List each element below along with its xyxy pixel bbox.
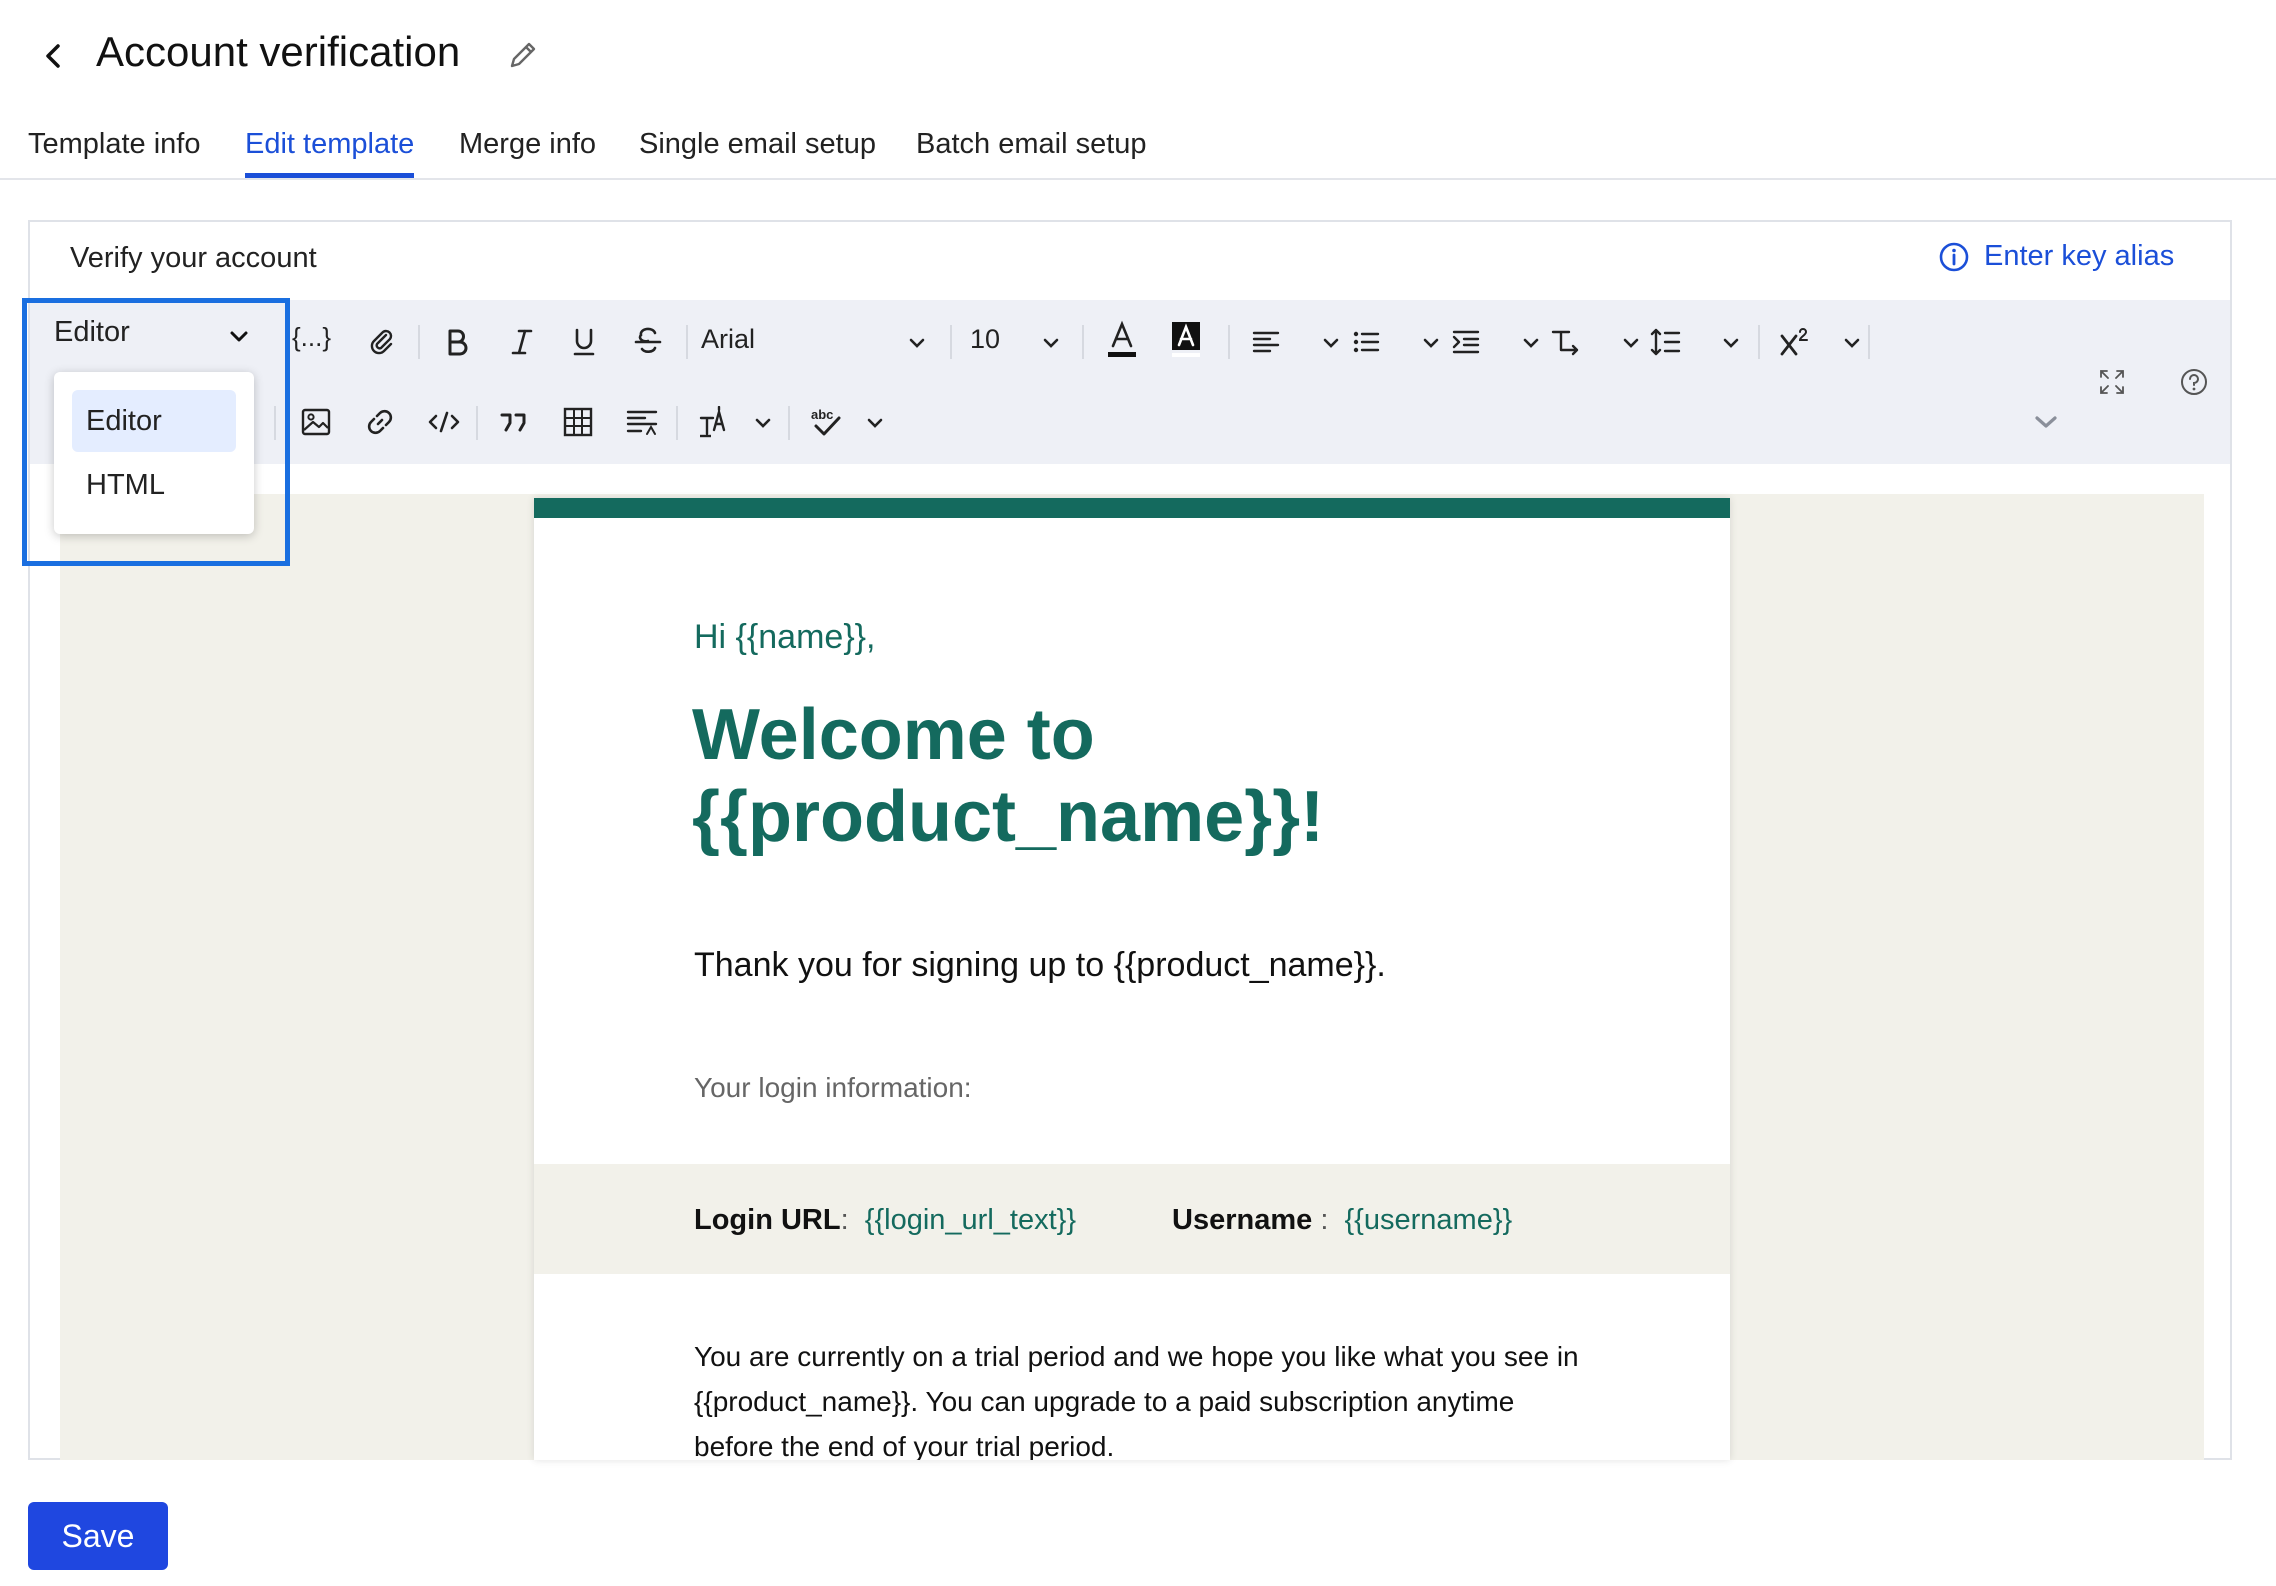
bold-icon[interactable] [435, 320, 479, 364]
image-icon[interactable] [294, 400, 338, 444]
chevron-down-icon[interactable] [1720, 332, 1742, 354]
line-height-icon[interactable] [1644, 320, 1688, 364]
toolbar-separator [950, 325, 952, 359]
email-subject[interactable]: Verify your account [70, 242, 317, 275]
pencil-icon [506, 38, 540, 72]
email-body[interactable]: Hi {{name}}, Welcome to {{product_name}}… [534, 498, 1730, 1460]
username-label: Username [1172, 1204, 1313, 1236]
quote-icon[interactable] [492, 400, 536, 444]
login-url-separator: : [840, 1204, 849, 1236]
highlight-annotation-box [22, 298, 290, 566]
chevron-down-icon[interactable] [906, 332, 928, 354]
spellcheck-icon[interactable]: abc [804, 400, 848, 444]
fullscreen-icon[interactable] [2090, 360, 2134, 404]
login-url-label: Login URL [694, 1204, 841, 1236]
toolbar-separator [1228, 325, 1230, 359]
chevron-down-icon[interactable] [1520, 332, 1542, 354]
info-icon [1938, 241, 1970, 273]
email-header-bar [534, 498, 1730, 518]
toolbar-separator [1868, 325, 1870, 359]
toolbar-separator [1758, 325, 1760, 359]
toolbar-separator [1082, 325, 1084, 359]
username-separator: : [1320, 1204, 1329, 1236]
enter-key-alias-link[interactable]: Enter key alias [1938, 240, 2174, 273]
text-direction-icon[interactable] [1544, 320, 1588, 364]
chevron-down-icon[interactable] [752, 412, 774, 434]
chevron-down-icon[interactable] [1841, 332, 1863, 354]
code-icon[interactable] [422, 400, 466, 444]
save-button[interactable]: Save [28, 1502, 168, 1570]
text-color-icon[interactable] [1100, 318, 1144, 362]
email-trial-paragraph: You are currently on a trial period and … [694, 1341, 1579, 1460]
horizontal-line-icon[interactable] [620, 400, 664, 444]
username-value: {{username}} [1344, 1204, 1513, 1236]
align-left-icon[interactable] [1244, 320, 1288, 364]
enter-key-alias-label: Enter key alias [1984, 240, 2175, 272]
back-button[interactable] [36, 36, 72, 76]
link-icon[interactable] [358, 400, 402, 444]
indent-icon[interactable] [1444, 320, 1488, 364]
chevron-down-icon[interactable] [1040, 332, 1062, 354]
tab-edit-template[interactable]: Edit template [245, 128, 415, 178]
email-thanks: Thank you for signing up to {{product_na… [694, 946, 1386, 984]
svg-text:abc: abc [811, 407, 833, 422]
chevron-down-icon[interactable] [1420, 332, 1442, 354]
background-color-icon[interactable] [1164, 318, 1208, 362]
page-title: Account verification [96, 28, 461, 75]
chevron-down-icon[interactable] [1620, 332, 1642, 354]
tab-merge-info[interactable]: Merge info [459, 128, 596, 176]
tab-batch-email-setup[interactable]: Batch email setup [916, 128, 1147, 176]
table-icon[interactable] [556, 400, 600, 444]
chevron-down-icon[interactable] [1320, 332, 1342, 354]
editor-toolbar: {...} Arial 10 abc [30, 300, 2230, 464]
toolbar-separator [418, 325, 420, 359]
clear-formatting-icon[interactable] [692, 400, 736, 444]
toolbar-separator [676, 406, 678, 440]
strikethrough-icon[interactable] [626, 320, 670, 364]
tab-template-info[interactable]: Template info [28, 128, 201, 176]
chevron-left-icon [36, 36, 72, 76]
toolbar-separator [476, 406, 478, 440]
underline-icon[interactable] [562, 320, 606, 364]
attachment-icon[interactable] [360, 320, 404, 364]
italic-icon[interactable] [500, 320, 544, 364]
help-icon[interactable] [2172, 360, 2216, 404]
login-url-row: Login URL: {{login_url_text}} [694, 1204, 1076, 1237]
superscript-icon[interactable] [1774, 320, 1818, 364]
login-info-title: Your login information: [694, 1072, 972, 1103]
toolbar-collapse-icon[interactable] [2024, 400, 2068, 444]
edit-title-button[interactable] [506, 38, 540, 72]
username-row: Username : {{username}} [1172, 1204, 1512, 1237]
merge-field-button[interactable]: {...} [292, 322, 331, 353]
chevron-down-icon[interactable] [864, 412, 886, 434]
font-family-select[interactable]: Arial [701, 324, 755, 355]
tab-single-email-setup[interactable]: Single email setup [639, 128, 876, 176]
login-url-value: {{login_url_text}} [864, 1204, 1077, 1236]
toolbar-separator [788, 406, 790, 440]
bulleted-list-icon[interactable] [1344, 320, 1388, 364]
email-headline: Welcome to {{product_name}}! [692, 695, 1325, 857]
toolbar-separator [686, 325, 688, 359]
font-size-select[interactable]: 10 [970, 324, 1000, 355]
email-greeting: Hi {{name}}, [694, 618, 876, 656]
tab-bar: Template info Edit template Merge info S… [0, 120, 2276, 180]
